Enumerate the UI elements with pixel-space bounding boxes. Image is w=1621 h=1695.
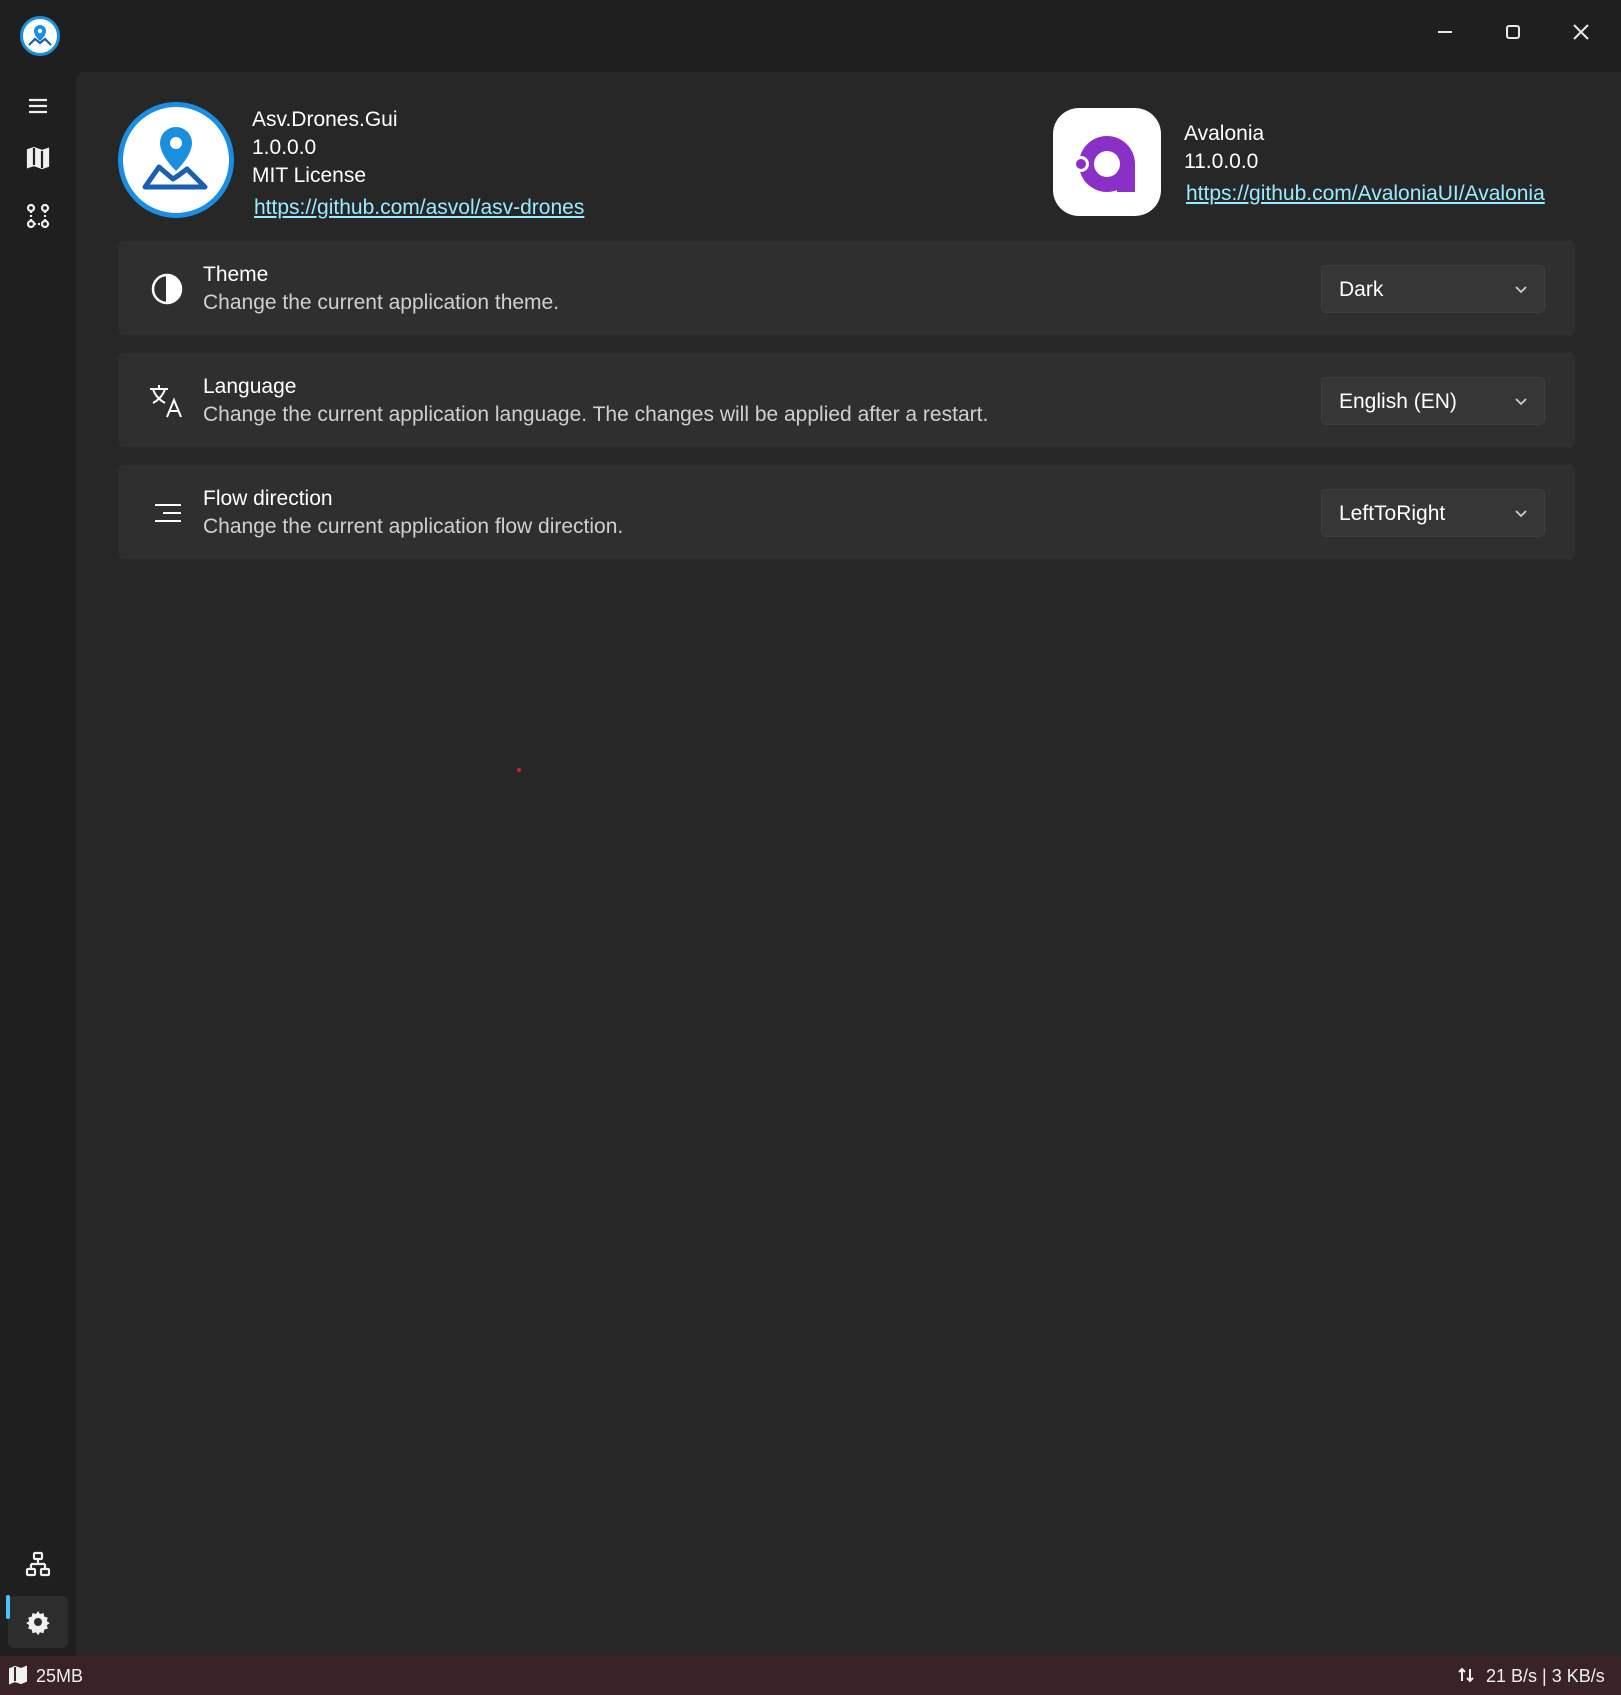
- language-select[interactable]: English (EN): [1321, 377, 1545, 425]
- setting-title: Theme: [203, 263, 269, 286]
- text-align-right-icon: [147, 493, 187, 533]
- network-icon: [25, 1551, 51, 1577]
- theme-select-value: Dark: [1339, 278, 1384, 301]
- nav-item-connections[interactable]: [8, 1538, 68, 1590]
- map-icon: [26, 146, 50, 170]
- setting-description: Change the current application flow dire…: [203, 515, 624, 538]
- map-icon: [8, 1665, 28, 1690]
- setting-title: Flow direction: [203, 487, 333, 510]
- close-button[interactable]: [1549, 8, 1613, 56]
- setting-flow-direction-card: Flow direction Change the current applic…: [118, 464, 1576, 560]
- setting-language-card: Language Change the current application …: [118, 352, 1576, 448]
- setting-description: Change the current application language.…: [203, 403, 989, 426]
- minimize-button[interactable]: [1413, 8, 1477, 56]
- minimize-icon: [1438, 31, 1452, 33]
- app-repo-link[interactable]: https://github.com/asvol/asv-drones: [254, 194, 584, 222]
- framework-version: 11.0.0.0: [1184, 150, 1259, 173]
- gear-icon: [26, 1611, 50, 1636]
- about-section: Asv.Drones.Gui 1.0.0.0 MIT License https…: [76, 72, 1621, 240]
- side-navigation: [0, 72, 76, 1656]
- nav-item-flight-plan[interactable]: [8, 190, 68, 242]
- theme-half-circle-icon: [147, 269, 187, 309]
- title-bar[interactable]: [0, 0, 1621, 72]
- chevron-down-icon: [1514, 283, 1528, 302]
- app-name: Asv.Drones.Gui: [252, 108, 398, 131]
- translate-icon: [147, 381, 187, 421]
- hamburger-menu-icon: [29, 98, 47, 114]
- nav-active-indicator: [6, 1595, 10, 1619]
- map-cache-size: 25MB: [36, 1666, 84, 1686]
- setting-theme-card: Theme Change the current application the…: [118, 240, 1576, 336]
- setting-description: Change the current application theme.: [203, 291, 560, 314]
- route-icon: [26, 203, 50, 229]
- traffic-rate: 21 B/s | 3 KB/s: [1486, 1666, 1605, 1686]
- framework-name: Avalonia: [1184, 122, 1265, 145]
- nav-item-map[interactable]: [8, 132, 68, 184]
- framework-repo-link[interactable]: https://github.com/AvaloniaUI/Avalonia: [1186, 180, 1545, 208]
- maximize-icon: [1506, 25, 1520, 39]
- theme-select[interactable]: Dark: [1321, 265, 1545, 313]
- flow-direction-select-value: LeftToRight: [1339, 502, 1446, 525]
- avalonia-logo: [1053, 108, 1161, 216]
- app-version: 1.0.0.0: [252, 136, 317, 159]
- setting-title: Language: [203, 375, 297, 398]
- status-bar: 25MB 21 B/s | 3 KB/s: [0, 1656, 1621, 1695]
- traffic-arrows-icon: [1456, 1665, 1476, 1690]
- chevron-down-icon: [1514, 395, 1528, 414]
- app-window: Asv.Drones.Gui 1.0.0.0 MIT License https…: [0, 0, 1621, 1695]
- maximize-button[interactable]: [1481, 8, 1545, 56]
- nav-menu-toggle[interactable]: [8, 80, 68, 132]
- language-select-value: English (EN): [1339, 390, 1457, 413]
- nav-item-settings[interactable]: [8, 1596, 68, 1648]
- flow-direction-select[interactable]: LeftToRight: [1321, 489, 1545, 537]
- chevron-down-icon: [1514, 507, 1528, 526]
- settings-page: Asv.Drones.Gui 1.0.0.0 MIT License https…: [76, 72, 1621, 1656]
- cursor-dot: [517, 768, 521, 772]
- app-license: MIT License: [252, 164, 366, 187]
- close-icon: [1573, 24, 1589, 40]
- app-map-pin-icon: [20, 16, 60, 56]
- app-logo: [118, 102, 234, 218]
